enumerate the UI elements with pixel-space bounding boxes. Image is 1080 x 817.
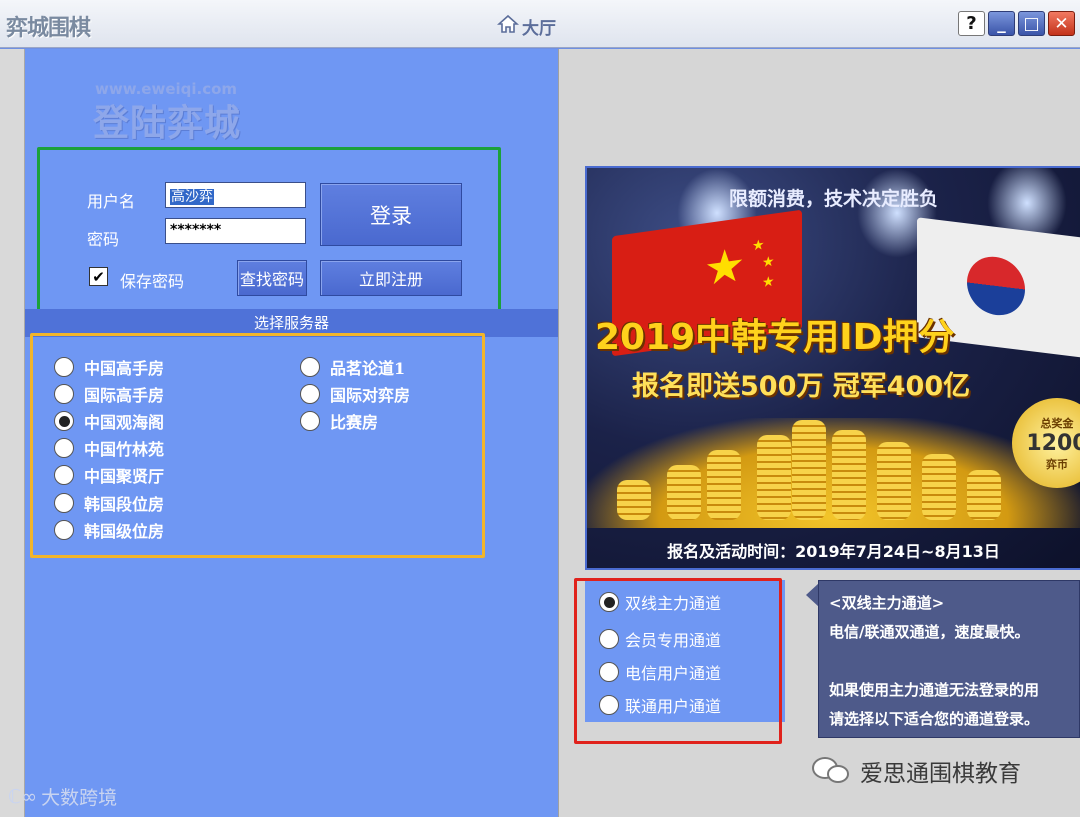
watermark-bottom-left: ℂ∞ 大数跨境 — [8, 783, 117, 810]
server-option[interactable]: 韩国段位房 — [54, 491, 164, 515]
wechat-icon — [812, 757, 852, 785]
login-form: 用户名 高沙弈 密码 ******* 登录 ✔ 保存密码 查找密码 立即注册 — [37, 147, 501, 312]
svg-text:★: ★ — [762, 274, 775, 292]
prize-label: 总奖金 — [1040, 416, 1074, 430]
radio-selected-icon — [54, 411, 74, 431]
server-option-label: 中国竹林苑 — [84, 440, 165, 459]
username-label: 用户名 — [87, 192, 136, 211]
server-option[interactable]: 比赛房 — [300, 409, 378, 433]
left-gutter — [0, 49, 25, 817]
help-button[interactable]: ? — [958, 11, 985, 36]
server-option-label: 韩国级位房 — [84, 522, 165, 541]
prize-value: 1200 — [1026, 430, 1080, 456]
channel-tooltip: <双线主力通道> 电信/联通双通道，速度最快。 如果使用主力通道无法登录的用 请… — [818, 580, 1080, 738]
tooltip-line: 请选择以下适合您的通道登录。 — [829, 710, 1040, 728]
title-bar: 弈城围棋 大厅 ? _ □ ✕ — [0, 0, 1080, 48]
tooltip-line — [829, 647, 1069, 676]
channel-option-label: 电信用户通道 — [625, 664, 722, 683]
promo-banner[interactable]: 限额消费，技术决定胜负 ★ ★ ★ ★ 2019中韩专用ID押分 报名即送500万 冠… — [585, 166, 1080, 570]
svg-text:★: ★ — [762, 254, 775, 272]
channel-option[interactable]: 会员专用通道 — [599, 627, 721, 651]
password-label: 密码 — [87, 230, 120, 249]
app-logo: 弈城围棋 — [6, 15, 91, 41]
server-option[interactable]: 国际对弈房 — [300, 382, 410, 406]
server-option[interactable]: 韩国级位房 — [54, 518, 164, 542]
username-value: 高沙弈 — [170, 189, 214, 205]
channel-option-label: 联通用户通道 — [625, 697, 722, 716]
server-option-label: 韩国段位房 — [84, 495, 165, 514]
watermark-text: 爱思通围棋教育 — [860, 761, 1021, 787]
banner-tagline: 限额消费，技术决定胜负 — [728, 188, 938, 210]
channel-option[interactable]: 联通用户通道 — [599, 693, 721, 717]
brand-title: 登陆弈城 — [93, 102, 242, 144]
register-button[interactable]: 立即注册 — [320, 260, 462, 296]
lobby-text: 大厅 — [522, 19, 556, 39]
radio-icon — [54, 493, 74, 513]
channel-option-label: 双线主力通道 — [625, 594, 722, 613]
login-button[interactable]: 登录 — [320, 183, 462, 246]
server-option-label: 国际对弈房 — [330, 386, 411, 405]
radio-icon — [599, 695, 619, 715]
channel-option-label: 会员专用通道 — [625, 631, 722, 650]
radio-icon — [599, 662, 619, 682]
gold-coins-image — [587, 418, 1080, 528]
banner-headline: 2019中韩专用ID押分 — [595, 317, 955, 358]
server-option[interactable]: 品茗论道1 — [300, 355, 405, 379]
radio-icon — [54, 438, 74, 458]
svg-text:★: ★ — [752, 237, 765, 255]
infinity-logo-icon: ℂ∞ — [8, 785, 38, 808]
server-option-label: 中国聚贤厅 — [84, 467, 165, 486]
tooltip-line: <双线主力通道> — [829, 594, 945, 612]
radio-icon — [54, 465, 74, 485]
server-option-label: 比赛房 — [330, 413, 379, 432]
radio-selected-icon — [599, 592, 619, 612]
server-option[interactable]: 中国竹林苑 — [54, 436, 164, 460]
save-password-label: 保存密码 — [120, 272, 185, 291]
banner-date: 报名及活动时间：2019年7月24日~8月13日 — [667, 542, 1000, 561]
window-controls: ? _ □ ✕ — [958, 11, 1075, 36]
minimize-button[interactable]: _ — [988, 11, 1015, 36]
server-option-label: 中国观海阁 — [84, 413, 165, 432]
server-list: 中国高手房 国际高手房 中国观海阁 中国竹林苑 中国聚贤厅 韩国段位房 韩国级位… — [30, 333, 485, 558]
channel-list: 双线主力通道 会员专用通道 电信用户通道 联通用户通道 — [574, 578, 782, 744]
radio-icon — [54, 357, 74, 377]
channel-option[interactable]: 电信用户通道 — [599, 660, 721, 684]
channel-option-selected[interactable]: 双线主力通道 — [599, 590, 721, 614]
server-option[interactable]: 国际高手房 — [54, 382, 164, 406]
radio-icon — [599, 629, 619, 649]
check-icon: ✔ — [92, 267, 105, 286]
tooltip-line: 如果使用主力通道无法登录的用 — [829, 681, 1040, 699]
watermark-bottom-right: 爱思通围棋教育 — [812, 754, 1021, 788]
server-option[interactable]: 中国聚贤厅 — [54, 463, 164, 487]
username-input[interactable]: 高沙弈 — [165, 182, 306, 208]
close-button[interactable]: ✕ — [1048, 11, 1075, 36]
maximize-button[interactable]: □ — [1018, 11, 1045, 36]
server-option[interactable]: 中国高手房 — [54, 355, 164, 379]
tooltip-line: 电信/联通双通道，速度最快。 — [829, 623, 1030, 641]
server-option-selected[interactable]: 中国观海阁 — [54, 409, 164, 433]
prize-unit: 弈币 — [1046, 457, 1068, 471]
find-password-button[interactable]: 查找密码 — [237, 260, 307, 296]
radio-icon — [300, 357, 320, 377]
home-icon — [496, 14, 520, 39]
server-option-label: 品茗论道1 — [330, 359, 406, 378]
svg-text:★: ★ — [704, 237, 745, 297]
radio-icon — [54, 520, 74, 540]
banner-subline: 报名即送500万 冠军400亿 — [632, 371, 971, 402]
password-input[interactable]: ******* — [165, 218, 306, 244]
radio-icon — [300, 384, 320, 404]
save-password-checkbox[interactable]: ✔ — [89, 267, 108, 286]
radio-icon — [300, 411, 320, 431]
server-option-label: 中国高手房 — [84, 359, 165, 378]
lobby-label[interactable]: 大厅 — [496, 14, 556, 39]
watermark-text: 大数跨境 — [41, 787, 118, 809]
radio-icon — [54, 384, 74, 404]
server-option-label: 国际高手房 — [84, 386, 165, 405]
